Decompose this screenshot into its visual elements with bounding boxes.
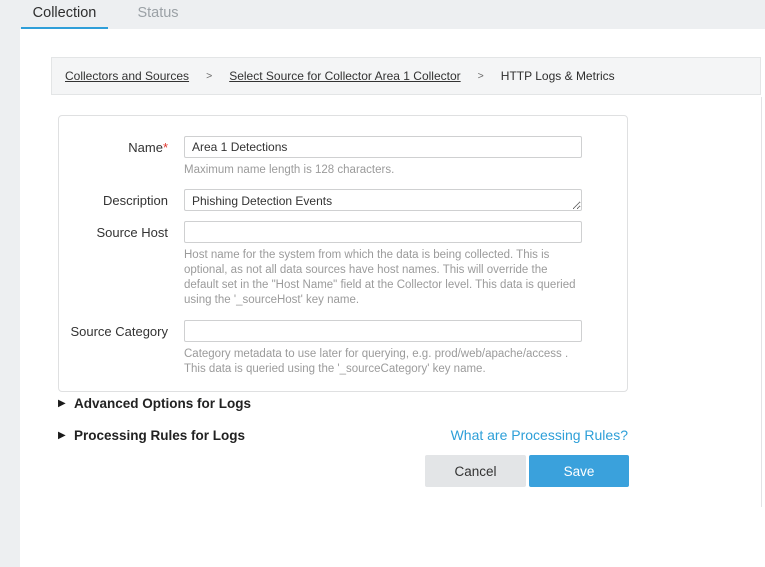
advanced-options-title: Advanced Options for Logs	[74, 396, 251, 411]
name-row: Name* Maximum name length is 128 charact…	[59, 136, 627, 189]
breadcrumb: Collectors and Sources > Select Source f…	[51, 57, 761, 95]
name-label-text: Name	[128, 140, 163, 155]
source-host-row: Source Host Host name for the system fro…	[59, 221, 627, 320]
tab-collection[interactable]: Collection	[21, 0, 108, 27]
source-host-input[interactable]	[184, 221, 582, 243]
name-help-text: Maximum name length is 128 characters.	[184, 163, 582, 178]
breadcrumb-select-source[interactable]: Select Source for Collector Area 1 Colle…	[229, 69, 460, 83]
source-category-label: Source Category	[59, 320, 168, 339]
cancel-button[interactable]: Cancel	[425, 455, 526, 487]
tab-status[interactable]: Status	[135, 0, 181, 27]
sections-area: ▶ Advanced Options for Logs ▶ Processing…	[58, 395, 628, 459]
tab-bar: Collection Status	[0, 0, 765, 31]
source-category-input[interactable]	[184, 320, 582, 342]
triangle-right-icon: ▶	[58, 395, 74, 412]
processing-rules-title: Processing Rules for Logs	[74, 428, 245, 443]
breadcrumb-collectors-and-sources[interactable]: Collectors and Sources	[65, 69, 189, 83]
description-label: Description	[59, 189, 168, 208]
triangle-right-icon: ▶	[58, 427, 74, 444]
source-host-help-text: Host name for the system from which the …	[184, 248, 582, 308]
required-asterisk: *	[163, 140, 168, 155]
source-category-row: Source Category Category metadata to use…	[59, 320, 627, 377]
processing-rules-toggle[interactable]: ▶ Processing Rules for Logs What are Pro…	[58, 427, 628, 444]
what-are-processing-rules-link[interactable]: What are Processing Rules?	[451, 427, 628, 444]
name-label: Name*	[59, 136, 168, 155]
source-category-help-text: Category metadata to use later for query…	[184, 347, 582, 377]
description-row: Description Phishing Detection Events	[59, 189, 627, 221]
breadcrumb-separator: >	[206, 70, 212, 82]
description-input[interactable]: Phishing Detection Events	[184, 189, 582, 211]
source-config-card: Name* Maximum name length is 128 charact…	[58, 115, 628, 392]
source-host-label: Source Host	[59, 221, 168, 240]
breadcrumb-current-page: HTTP Logs & Metrics	[501, 69, 615, 83]
form-actions: Cancel Save	[58, 455, 629, 487]
content-right-border	[761, 97, 762, 507]
save-button[interactable]: Save	[529, 455, 629, 487]
breadcrumb-separator: >	[478, 70, 484, 82]
collection-panel: Collectors and Sources > Select Source f…	[20, 29, 765, 567]
advanced-options-toggle[interactable]: ▶ Advanced Options for Logs	[58, 395, 628, 412]
name-input[interactable]	[184, 136, 582, 158]
